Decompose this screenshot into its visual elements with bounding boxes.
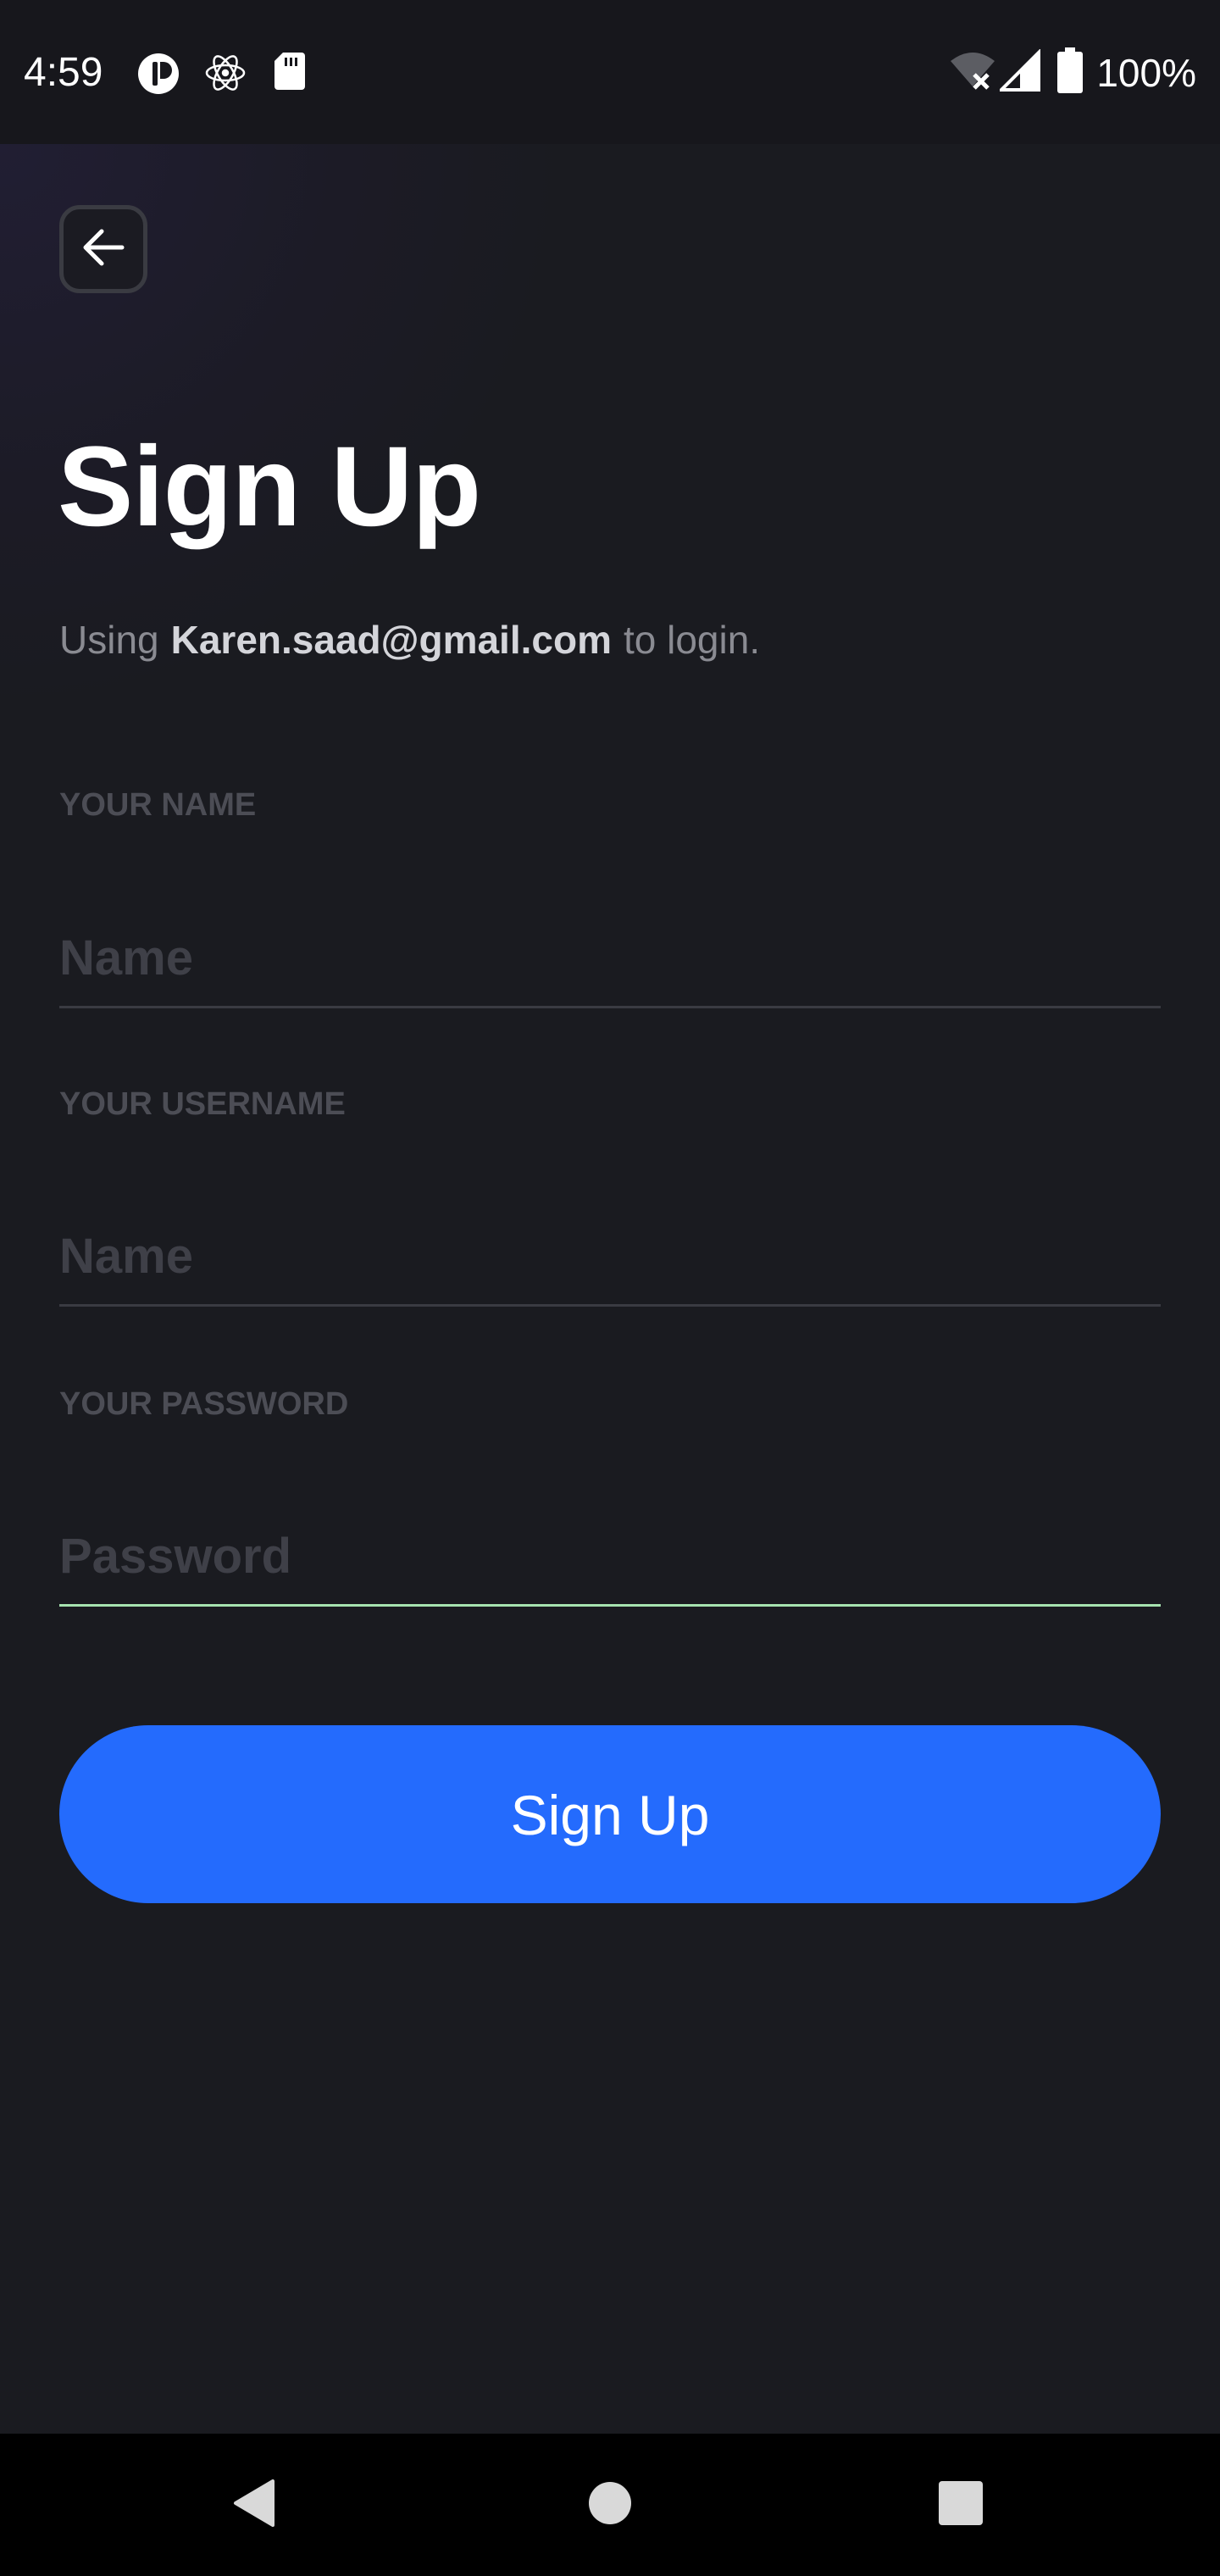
username-label: YOUR USERNAME [59, 1086, 346, 1122]
recents-square-icon [938, 2480, 984, 2530]
back-button[interactable] [59, 205, 147, 293]
login-hint-suffix: to login. [623, 618, 761, 662]
login-email: Karen.saad@gmail.com [170, 618, 612, 662]
password-label: YOUR PASSWORD [59, 1386, 349, 1422]
home-circle-icon [587, 2480, 633, 2530]
name-label: YOUR NAME [59, 787, 257, 823]
system-navigation-bar [0, 2434, 1220, 2576]
nav-recents-button[interactable] [876, 2434, 1045, 2576]
signal-icon [997, 48, 1040, 96]
back-triangle-icon [230, 2478, 278, 2533]
react-icon [203, 51, 247, 99]
username-field[interactable] [59, 1213, 1161, 1307]
login-hint: Using Karen.saad@gmail.com to login. [59, 610, 760, 669]
page-title: Sign Up [58, 424, 481, 550]
nav-home-button[interactable] [525, 2434, 695, 2576]
battery-icon [1057, 47, 1083, 97]
password-field[interactable] [59, 1513, 1161, 1607]
login-hint-prefix: Using [59, 618, 159, 662]
sign-up-screen: 4:59 100% Sign Up Using Karen.saad@gmail… [0, 0, 1220, 2576]
status-bar: 4:59 100% [0, 0, 1220, 144]
sign-up-button[interactable]: Sign Up [59, 1725, 1161, 1903]
name-field[interactable] [59, 915, 1161, 1008]
sd-card-icon [273, 51, 307, 96]
arrow-left-icon [81, 228, 125, 271]
nav-back-button[interactable] [169, 2434, 339, 2576]
wifi-off-icon [949, 49, 996, 96]
status-time: 4:59 [24, 50, 103, 95]
app-notification-icon [136, 51, 181, 101]
battery-percentage: 100% [1096, 51, 1196, 95]
